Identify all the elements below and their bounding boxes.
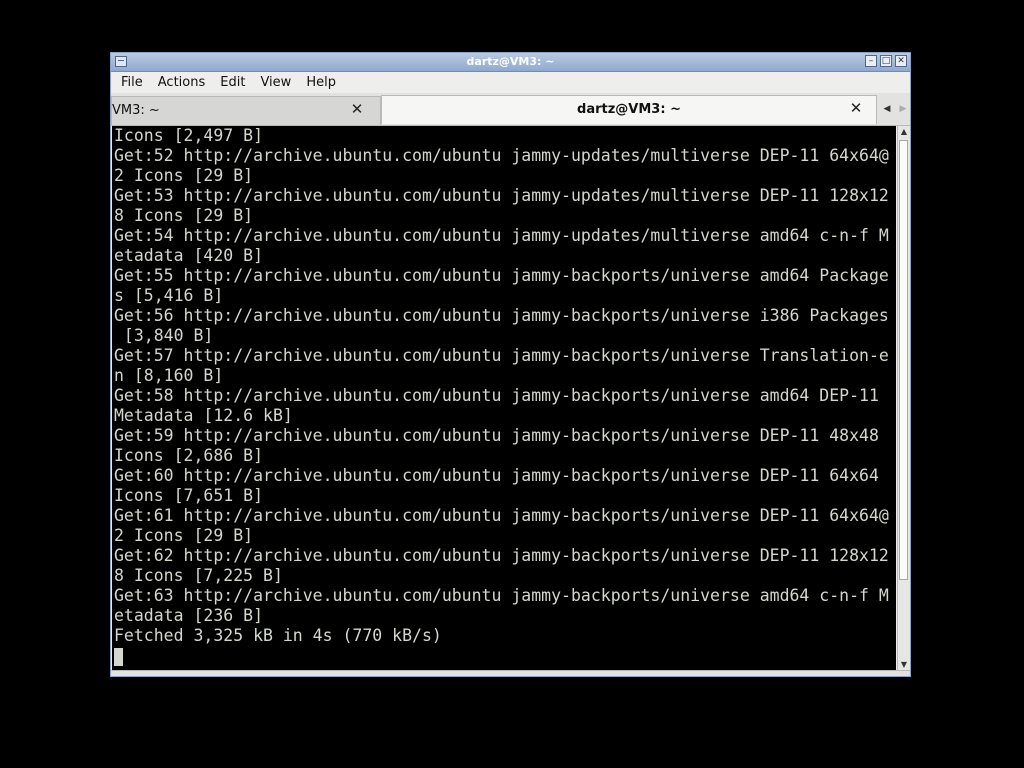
tab-dartz-vm3[interactable]: dartz@VM3: ~ ✕ xyxy=(381,95,877,124)
tab-scroll-left-icon[interactable]: ◀ xyxy=(880,97,894,121)
terminal-line: Get:60 http://archive.ubuntu.com/ubuntu … xyxy=(114,466,879,485)
terminal-line: Get:54 http://archive.ubuntu.com/ubuntu … xyxy=(114,226,889,245)
terminal-cursor xyxy=(114,647,123,666)
terminal-output[interactable]: Icons [2,497 B] Get:52 http://archive.ub… xyxy=(112,126,896,671)
terminal-line: Get:56 http://archive.ubuntu.com/ubuntu … xyxy=(114,306,889,325)
terminal-line: Icons [7,651 B] xyxy=(114,486,264,505)
terminal-line: Metadata [12.6 kB] xyxy=(114,406,293,425)
tab-scroll-right-icon[interactable]: ▶ xyxy=(896,97,910,121)
menubar: File Actions Edit View Help xyxy=(111,72,910,93)
terminal-line: s [5,416 B] xyxy=(114,286,224,305)
terminal-prompt-line[interactable] xyxy=(112,646,896,666)
terminal-line: Get:55 http://archive.ubuntu.com/ubuntu … xyxy=(114,266,889,285)
terminal-line: Get:52 http://archive.ubuntu.com/ubuntu … xyxy=(114,146,889,165)
menu-help[interactable]: Help xyxy=(301,75,341,90)
terminal-line: 2 Icons [29 B] xyxy=(114,526,254,545)
vertical-scrollbar[interactable]: ▲ ▼ xyxy=(897,126,910,671)
maximize-icon[interactable]: □ xyxy=(880,55,892,67)
tab-bar: VM3: ~ ✕ dartz@VM3: ~ ✕ ◀ ▶ xyxy=(111,93,910,126)
terminal-line: [3,840 B] xyxy=(114,326,214,345)
terminal-line: Fetched 3,325 kB in 4s (770 kB/s) xyxy=(114,626,442,645)
scroll-up-icon[interactable]: ▲ xyxy=(898,126,910,138)
terminal-line: Icons [2,686 B] xyxy=(114,446,264,465)
terminal-window: dartz@VM3: ~ – □ ✕ File Actions Edit Vie… xyxy=(110,52,911,677)
menu-edit[interactable]: Edit xyxy=(215,75,250,90)
minimize-icon[interactable]: – xyxy=(865,55,877,67)
tab-close-icon[interactable]: ✕ xyxy=(349,101,365,117)
terminal-line: Get:59 http://archive.ubuntu.com/ubuntu … xyxy=(114,426,879,445)
terminal-line: etadata [420 B] xyxy=(114,246,264,265)
terminal-line: Icons [2,497 B] xyxy=(114,126,264,145)
window-controls: – □ ✕ xyxy=(865,55,907,67)
terminal-line: etadata [236 B] xyxy=(114,606,264,625)
window-titlebar[interactable]: dartz@VM3: ~ – □ ✕ xyxy=(111,53,910,72)
terminal-line: Get:58 http://archive.ubuntu.com/ubuntu … xyxy=(114,386,879,405)
terminal-line: 8 Icons [29 B] xyxy=(114,206,254,225)
tab-label: dartz@VM3: ~ xyxy=(577,102,681,117)
terminal-line: n [8,160 B] xyxy=(114,366,224,385)
terminal-line: Get:63 http://archive.ubuntu.com/ubuntu … xyxy=(114,586,889,605)
terminal-line: 2 Icons [29 B] xyxy=(114,166,254,185)
terminal-line: Get:62 http://archive.ubuntu.com/ubuntu … xyxy=(114,546,889,565)
terminal-line: 8 Icons [7,225 B] xyxy=(114,566,283,585)
window-bottom-border xyxy=(111,670,910,676)
scroll-thumb[interactable] xyxy=(899,140,908,580)
window-title: dartz@VM3: ~ xyxy=(466,55,555,68)
terminal-line: Get:57 http://archive.ubuntu.com/ubuntu … xyxy=(114,346,889,365)
menu-file[interactable]: File xyxy=(116,75,148,90)
menu-view[interactable]: View xyxy=(255,75,296,90)
tab-label: VM3: ~ xyxy=(112,103,160,118)
tab-close-icon[interactable]: ✕ xyxy=(848,100,864,116)
close-icon[interactable]: ✕ xyxy=(895,55,907,67)
terminal-line: Get:53 http://archive.ubuntu.com/ubuntu … xyxy=(114,186,889,205)
tab-vm3[interactable]: VM3: ~ ✕ xyxy=(111,96,381,125)
terminal-line: Get:61 http://archive.ubuntu.com/ubuntu … xyxy=(114,506,889,525)
menu-actions[interactable]: Actions xyxy=(153,75,211,90)
